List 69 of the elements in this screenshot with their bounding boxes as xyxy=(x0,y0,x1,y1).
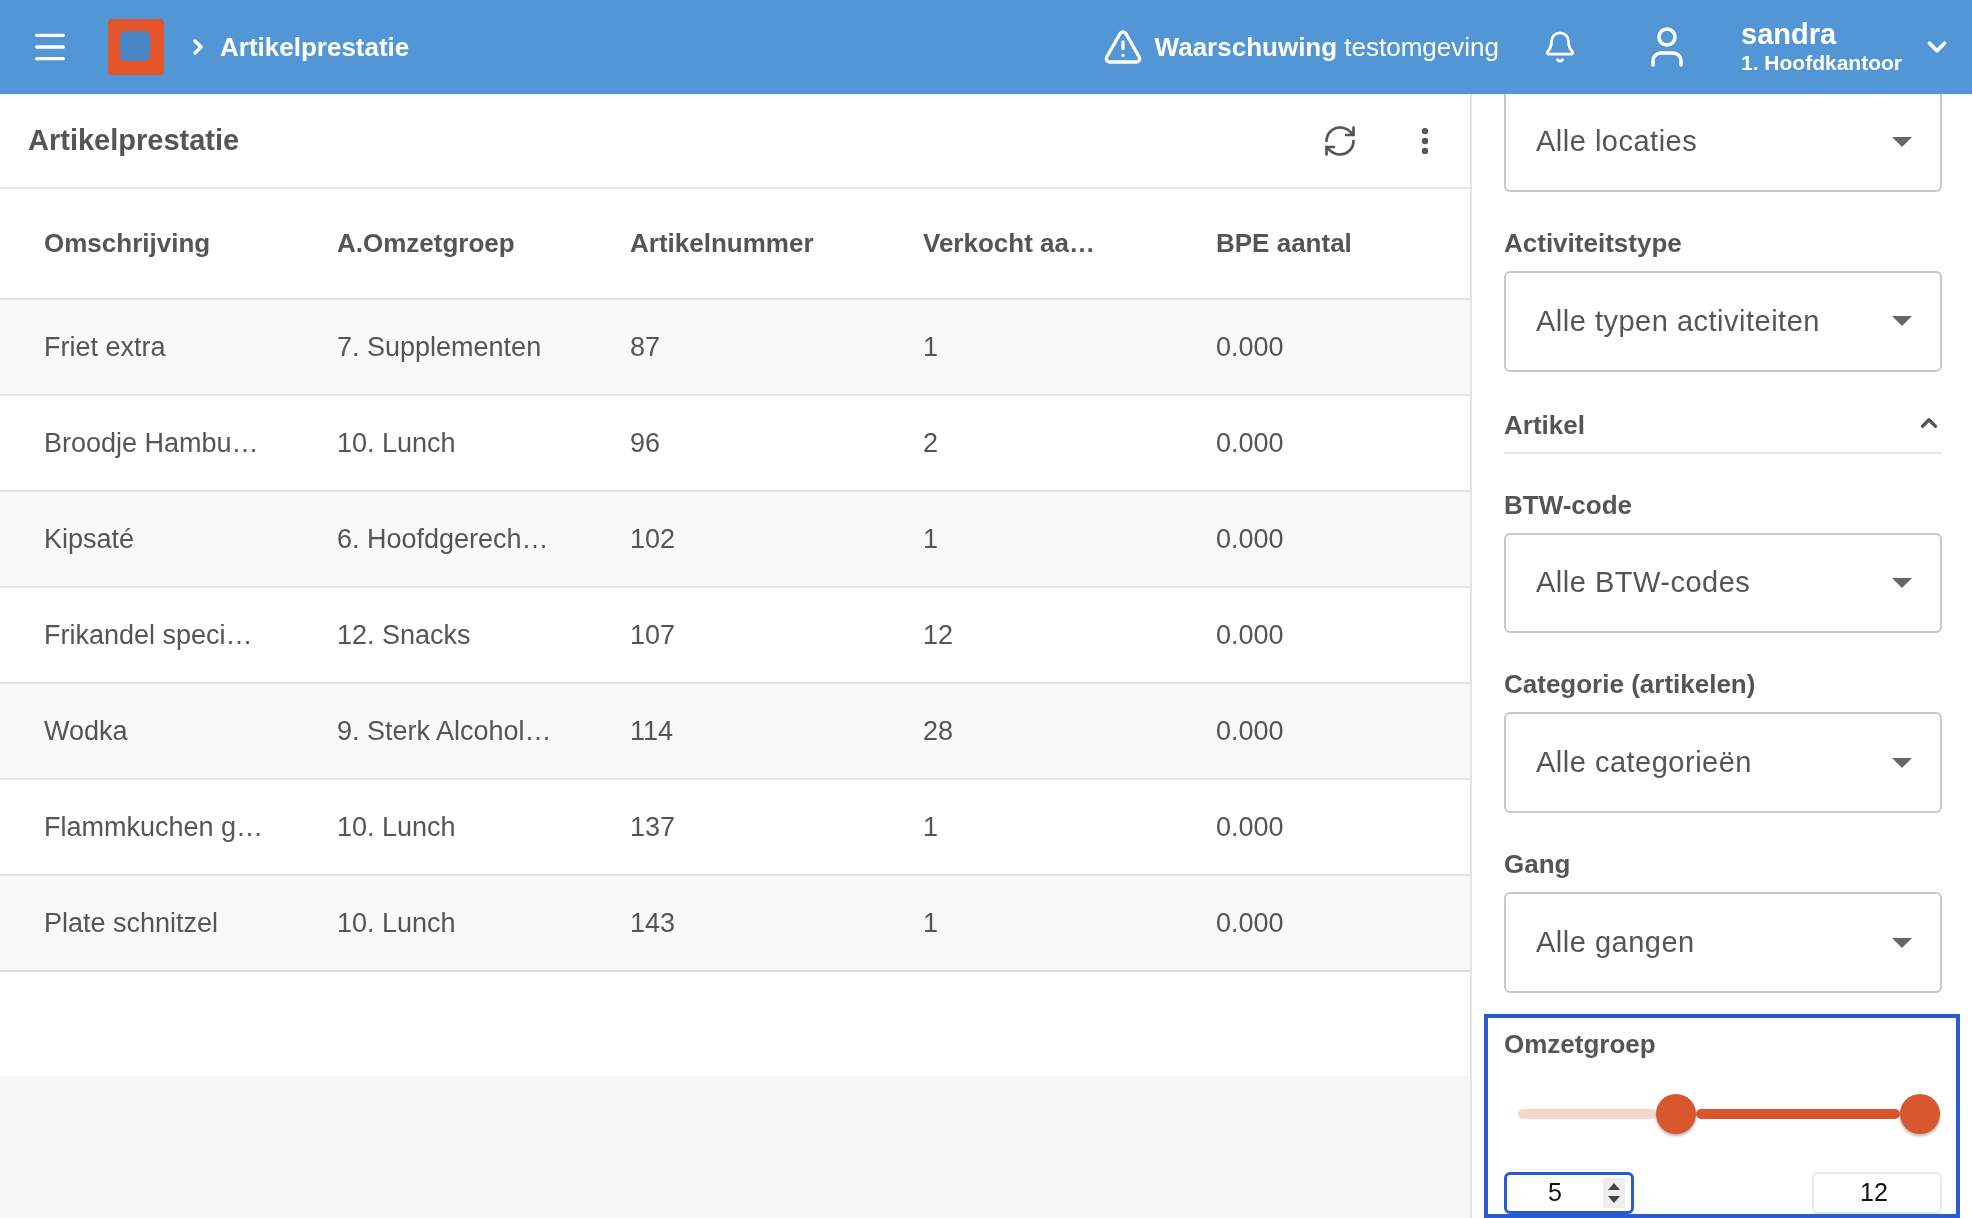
section-header[interactable]: Artikel xyxy=(1504,409,1942,454)
table-cell-text: 10. Lunch xyxy=(336,906,457,940)
table-cell-text: 0.000 xyxy=(1215,522,1285,556)
table-cell-text: 107 xyxy=(629,618,677,652)
dropdown-caret-icon xyxy=(1892,316,1912,327)
warning-icon xyxy=(1102,27,1143,67)
filter-label: Activiteitstype xyxy=(1504,227,1683,258)
filter-dropdown[interactable]: Alle locaties xyxy=(1504,94,1942,192)
column-header[interactable]: Verkocht aa… xyxy=(879,189,1172,298)
table-cell-text: 143 xyxy=(629,906,677,940)
dropdown-caret-icon xyxy=(1892,937,1912,948)
filter-dropdown[interactable]: Alle typen activiteiten xyxy=(1504,270,1942,372)
number-input-field[interactable]: 5 xyxy=(1507,1177,1603,1209)
table-cell-text: Broodje Hambu… xyxy=(43,426,260,460)
table-cell-text: Kipsaté xyxy=(43,522,136,556)
column-header[interactable]: A.Omzetgroep xyxy=(293,189,586,298)
table-cell-text: 1 xyxy=(922,906,940,940)
column-header[interactable]: Artikelnummer xyxy=(586,189,879,298)
slider-thumb[interactable] xyxy=(1900,1094,1940,1134)
table-cell-text: Wodka xyxy=(43,714,129,748)
table-cell-text: 114 xyxy=(629,714,675,748)
spinner-arrows-icon[interactable] xyxy=(1603,1178,1625,1208)
filter-dropdown[interactable]: Alle categorieën xyxy=(1504,712,1942,814)
table-cell-text: Frikandel speci… xyxy=(43,618,254,652)
table-cell-text: Flammkuchen g… xyxy=(43,810,265,844)
dropdown-caret-icon xyxy=(1892,136,1912,147)
filter-label: Categorie (artikelen) xyxy=(1504,669,1757,700)
table-cell-text: 28 xyxy=(922,714,955,748)
table-cell-text: 10. Lunch xyxy=(336,810,457,844)
column-header[interactable]: BPE aantal xyxy=(1172,189,1465,298)
table-cell-text: 6. Hoofdgerech… xyxy=(336,522,550,556)
filter-label: Omzetgroep xyxy=(1504,1028,1657,1061)
filter-label: BTW-code xyxy=(1504,489,1634,520)
table-cell-text: 1 xyxy=(922,330,940,364)
table-cell-text: 87 xyxy=(629,330,662,364)
table-cell-text: 137 xyxy=(629,810,677,844)
table-cell-text: 7. Supplementen xyxy=(336,330,543,364)
table-cell-text: 0.000 xyxy=(1215,330,1285,364)
table-cell-text: 0.000 xyxy=(1215,618,1285,652)
slider-thumb[interactable] xyxy=(1655,1094,1696,1134)
table-cell-text: 0.000 xyxy=(1215,810,1285,844)
table-cell-text: 12. Snacks xyxy=(336,618,472,652)
table-cell-text: Friet extra xyxy=(43,330,167,364)
number-stepper[interactable]: 12 xyxy=(1812,1172,1942,1214)
table-cell-text: 2 xyxy=(922,426,940,460)
notifications-bell-icon[interactable] xyxy=(1543,30,1577,64)
table-cell-text: 0.000 xyxy=(1215,426,1285,460)
table-cell-text: 0.000 xyxy=(1215,906,1285,940)
number-stepper[interactable]: 5 xyxy=(1504,1172,1634,1214)
dropdown-caret-icon xyxy=(1892,577,1912,588)
dropdown-caret-icon xyxy=(1892,757,1912,768)
filter-dropdown[interactable]: Alle gangen xyxy=(1504,892,1942,993)
number-input-field[interactable]: 12 xyxy=(1814,1177,1934,1209)
table-cell-text: 10. Lunch xyxy=(336,426,457,460)
user-location: 1. Hoofdkantoor xyxy=(1741,50,1902,76)
table-cell-text: 9. Sterk Alcohol… xyxy=(336,714,553,748)
user-name: sandra xyxy=(1741,18,1838,50)
filter-label: Gang xyxy=(1504,849,1572,880)
page-title: Artikelprestatie xyxy=(28,124,241,157)
column-header[interactable]: Omschrijving xyxy=(0,189,293,298)
table-cell-text: 0.000 xyxy=(1215,714,1285,748)
table-cell-text: 96 xyxy=(629,426,662,460)
table-cell-text: 1 xyxy=(922,522,940,556)
filter-dropdown[interactable]: Alle BTW-codes xyxy=(1504,532,1942,634)
warning-text: Waarschuwing testomgeving xyxy=(1154,31,1499,63)
table-cell-text: 1 xyxy=(922,810,940,844)
table-cell-text: 102 xyxy=(629,522,677,556)
table-cell-text: 12 xyxy=(922,618,955,652)
table-cell-text: Plate schnitzel xyxy=(43,906,220,940)
